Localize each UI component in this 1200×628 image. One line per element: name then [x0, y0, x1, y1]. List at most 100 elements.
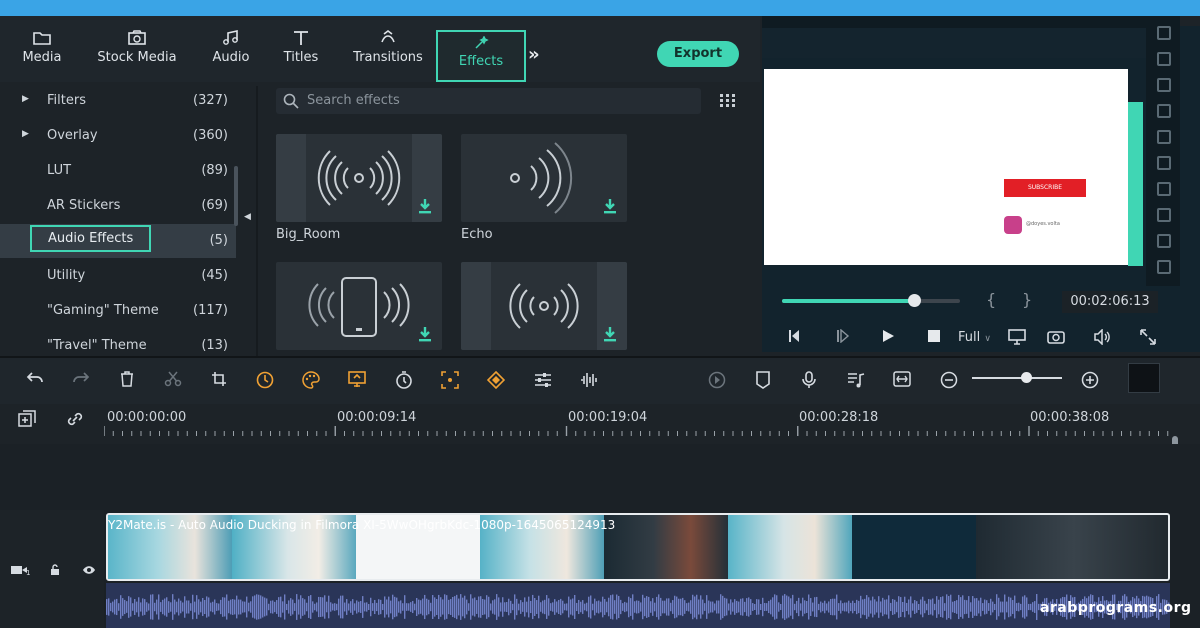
tab-transitions[interactable]: Transitions	[350, 30, 426, 78]
mark-in-button[interactable]: {	[986, 290, 996, 309]
speed-icon[interactable]	[256, 371, 274, 389]
stop-icon[interactable]	[928, 330, 940, 342]
expand-arrow-icon[interactable]: ▶	[22, 94, 29, 104]
lock-icon[interactable]	[49, 564, 61, 576]
auto-reframe-icon[interactable]	[441, 371, 459, 389]
category-name: Filters	[47, 93, 86, 108]
preview-video-frame[interactable]	[764, 69, 1128, 265]
render-play-icon[interactable]	[708, 371, 726, 389]
voiceover-music-icon[interactable]	[847, 371, 865, 389]
search-input[interactable]: Search effects	[307, 93, 400, 108]
stabilization-icon[interactable]	[348, 371, 366, 389]
category-count: (117)	[193, 303, 228, 318]
tab-audio[interactable]: Audio	[210, 30, 252, 78]
download-icon[interactable]	[603, 326, 617, 342]
category-item-ar-stickers[interactable]: AR Stickers (69)	[0, 189, 236, 223]
tab-titles[interactable]: Titles	[280, 30, 322, 78]
subscribe-overlay: SUBSCRIBE	[1004, 179, 1086, 197]
playhead-knob[interactable]	[907, 294, 921, 307]
display-monitor-icon[interactable]	[1008, 329, 1026, 345]
crop-icon[interactable]	[211, 371, 227, 387]
snapshot-camera-icon[interactable]	[1047, 329, 1065, 345]
eye-visibility-icon[interactable]	[82, 564, 96, 576]
fullscreen-icon[interactable]	[1140, 329, 1156, 345]
next-frame-icon[interactable]	[835, 329, 851, 343]
collapse-panel-arrow-icon[interactable]: ◀	[244, 212, 251, 222]
filmora-editor-window: Media Stock Media Audio Titles Transitio…	[0, 16, 1200, 628]
audio-adjust-icon[interactable]	[534, 371, 552, 389]
effect-card-wave[interactable]	[461, 262, 627, 350]
volume-icon[interactable]	[1093, 329, 1111, 345]
category-item-lut[interactable]: LUT (89)	[0, 154, 236, 188]
watermark-text: arabprograms.org	[1040, 600, 1192, 616]
redo-icon[interactable]	[72, 371, 90, 385]
more-tabs-button[interactable]: »	[528, 44, 540, 65]
category-count: (45)	[201, 268, 228, 283]
delete-trash-icon[interactable]	[119, 371, 135, 387]
zoom-slider-track[interactable]	[972, 377, 1062, 379]
undo-icon[interactable]	[26, 371, 44, 385]
timeline-settings-box[interactable]	[1128, 363, 1160, 393]
play-icon[interactable]	[881, 329, 895, 343]
tab-effects-label: Effects	[458, 54, 504, 69]
tab-stock-media-label: Stock Media	[97, 50, 177, 65]
effects-icon	[475, 36, 489, 49]
quality-value: Full	[958, 330, 981, 345]
category-item-overlay[interactable]: ▶ Overlay (360)	[0, 119, 236, 153]
category-item-audio-effects[interactable]: Audio Effects (5)	[0, 224, 236, 258]
category-name: Audio Effects	[30, 225, 152, 252]
ruler-time-label: 00:00:19:04	[568, 410, 648, 425]
category-name: AR Stickers	[47, 198, 121, 213]
zoom-in-icon[interactable]	[1081, 371, 1099, 389]
mark-out-button[interactable]: }	[1022, 290, 1032, 309]
duration-timer-icon[interactable]	[395, 371, 413, 389]
category-name: LUT	[47, 163, 72, 178]
category-scrollbar[interactable]	[234, 166, 238, 226]
add-track-icon[interactable]	[18, 410, 36, 428]
panel-divider[interactable]	[256, 86, 258, 356]
effect-card-big-room[interactable]	[276, 134, 442, 222]
grid-view-icon[interactable]	[720, 94, 736, 108]
expand-arrow-icon[interactable]: ▶	[22, 129, 29, 139]
svg-text:1: 1	[26, 569, 30, 576]
search-effects-field[interactable]: Search effects	[276, 88, 701, 114]
download-icon[interactable]	[418, 198, 432, 214]
quality-select[interactable]: Full ∨	[958, 330, 991, 345]
category-item-filters[interactable]: ▶ Filters (327)	[0, 84, 236, 118]
scissors-icon[interactable]	[164, 371, 182, 387]
preview-dark-band	[762, 28, 1146, 58]
color-palette-icon[interactable]	[302, 371, 320, 389]
previous-frame-icon[interactable]	[788, 329, 804, 343]
zoom-slider-knob[interactable]	[1021, 372, 1032, 383]
download-icon[interactable]	[418, 326, 432, 342]
preview-progress-fill	[782, 299, 914, 303]
category-item-travel-theme[interactable]: "Travel" Theme (13)	[0, 329, 236, 355]
clip-thumbnail	[604, 515, 728, 579]
effect-card-echo[interactable]	[461, 134, 627, 222]
tab-titles-label: Titles	[283, 50, 319, 65]
ruler-time-label: 00:00:09:14	[337, 410, 417, 425]
download-icon[interactable]	[603, 198, 617, 214]
category-item-utility[interactable]: Utility (45)	[0, 259, 236, 293]
zoom-out-icon[interactable]	[940, 371, 958, 389]
tab-audio-label: Audio	[212, 50, 250, 65]
audio-waveform-icon[interactable]	[580, 371, 600, 389]
ruler-ticks	[104, 426, 1169, 436]
snapping-icon[interactable]	[893, 371, 911, 387]
clip-thumbnail	[728, 515, 852, 579]
effect-card-phone[interactable]	[276, 262, 442, 350]
link-icon[interactable]	[66, 410, 84, 428]
marker-icon[interactable]	[755, 371, 771, 389]
effect-label: Big_Room	[276, 227, 341, 242]
category-count: (69)	[201, 198, 228, 213]
microphone-icon[interactable]	[801, 371, 817, 389]
tab-effects[interactable]: Effects	[436, 30, 526, 82]
social-handle: @doyes.volta	[1026, 221, 1060, 227]
export-button[interactable]: Export	[657, 41, 739, 67]
tab-media[interactable]: Media	[20, 30, 64, 78]
tab-stock-media[interactable]: Stock Media	[96, 30, 178, 78]
keyframe-diamond-icon[interactable]	[487, 371, 505, 389]
category-item-gaming-theme[interactable]: "Gaming" Theme (117)	[0, 294, 236, 328]
tab-media-label: Media	[22, 50, 62, 65]
audio-waveform-clip[interactable]	[106, 583, 1170, 628]
